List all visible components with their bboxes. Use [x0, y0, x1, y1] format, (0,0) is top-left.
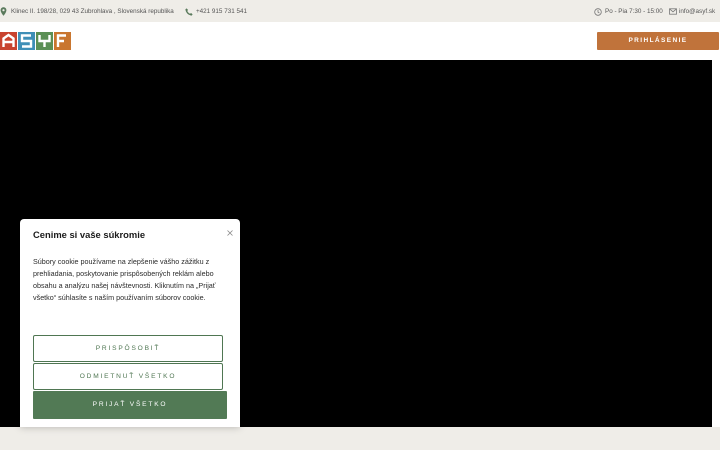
- top-info-bar: Klinec II. 198/28, 029 43 Zubrohlava , S…: [0, 0, 720, 22]
- footer-strip: [0, 427, 720, 450]
- cookie-title: Cenime si vaše súkromie: [33, 229, 146, 240]
- cookie-description: Súbory cookie používame na zlepšenie váš…: [33, 257, 216, 302]
- phone-text[interactable]: +421 915 731 541: [196, 7, 247, 16]
- close-icon[interactable]: [226, 224, 234, 236]
- hours-text: Po - Pia 7:30 - 15:00: [605, 8, 663, 15]
- asyf-logo[interactable]: [0, 32, 72, 50]
- mail-icon: [669, 8, 677, 15]
- address-text: Klinec II. 198/28, 029 43 Zubrohlava , S…: [11, 8, 174, 15]
- location-pin-icon: [0, 7, 7, 16]
- site-header: PRIHLÁSENIE: [0, 22, 720, 60]
- email-item[interactable]: info@asyf.sk: [669, 7, 715, 16]
- clock-icon: [594, 7, 602, 16]
- hours-item: Po - Pia 7:30 - 15:00: [594, 7, 663, 16]
- phone-icon: [185, 7, 193, 16]
- cookie-consent-dialog: Cenime si vaše súkromie Súbory cookie po…: [20, 219, 240, 427]
- email-text[interactable]: info@asyf.sk: [679, 7, 715, 16]
- page-scrollbar[interactable]: [712, 60, 720, 427]
- accept-all-button[interactable]: PRIJAŤ VŠETKO: [33, 391, 227, 419]
- customize-button[interactable]: PRISPÔSOBIŤ: [33, 335, 223, 362]
- login-button[interactable]: PRIHLÁSENIE: [597, 32, 719, 50]
- address-item: Klinec II. 198/28, 029 43 Zubrohlava , S…: [0, 7, 174, 16]
- reject-all-button[interactable]: ODMIETNUŤ VŠETKO: [33, 363, 223, 390]
- phone-item[interactable]: +421 915 731 541: [185, 7, 247, 16]
